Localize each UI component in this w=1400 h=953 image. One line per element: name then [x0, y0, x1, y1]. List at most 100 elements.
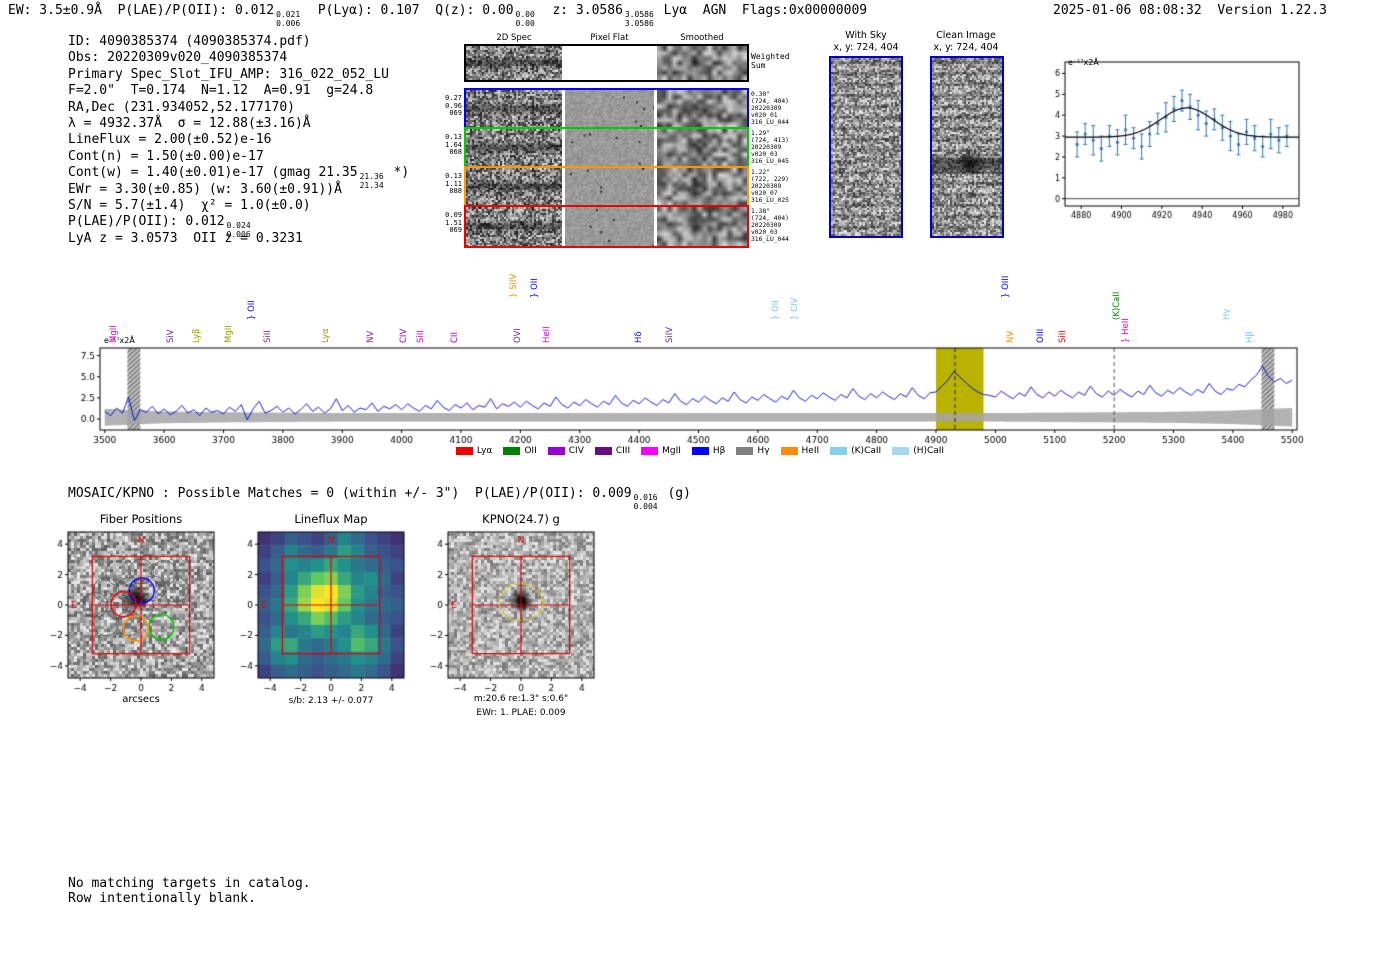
2d-spec-strip: [466, 168, 562, 205]
spectral-line-label: NV: [365, 330, 376, 343]
text-segment: LineFlux = 2.00(±0.52)e-16: [68, 132, 272, 148]
fiber-id-label: 1.22" (722, 229) 20220309 v020_07 316_LU_025: [751, 169, 789, 205]
spectral-line-label: SiII: [415, 330, 426, 343]
legend-swatch: [594, 447, 612, 455]
fiber-id-label: 1.29" (724, 413) 20220309 v020_03 316_LU_045: [751, 130, 789, 166]
with-sky-title: With Sky: [845, 30, 887, 41]
with-sky-image: [829, 56, 903, 238]
legend-item: CIV: [547, 446, 584, 456]
spectral-line-label: CII: [450, 332, 461, 343]
text-segment: Cont(w) = 1.40(±0.01)e-17 (gmag 21.35: [68, 165, 358, 181]
legend-label: CIII: [615, 446, 631, 456]
col-header-pixel-flat: Pixel Flat: [590, 33, 629, 43]
spectral-line-label: SiII: [1058, 330, 1069, 343]
spectral-line-label: } SiIV: [509, 273, 520, 298]
smoothed-strip: [657, 168, 747, 205]
legend-label: (H)CaII: [913, 446, 945, 456]
info-line: P(LAE)/P(OII): 0.012 0.024 0.006: [68, 214, 409, 239]
legend-label: (K)CaII: [851, 446, 882, 456]
kpno-g-ewr-plae: EWr: 1. PLAE: 0.009: [476, 708, 566, 718]
smoothed-strip: [657, 129, 747, 166]
fiber-positions-xlabel: arcsecs: [122, 694, 160, 705]
elixer-report-page: EW: 3.5±0.9Å P(LAE)/P(OII): 0.012 0.021 0.…: [0, 0, 1400, 953]
full-spectrum-chart: [56, 344, 1306, 448]
spectral-line-label: } OIII: [1001, 275, 1012, 298]
legend-swatch: [547, 447, 565, 455]
legend-label: OII: [524, 446, 537, 456]
info-line: Cont(w) = 1.40(±0.01)e-17 (gmag 21.35 21.…: [68, 165, 410, 190]
col-header-smoothed: Smoothed: [680, 33, 724, 43]
legend-label: Hβ: [712, 446, 726, 456]
legend-label: Lyα: [476, 446, 493, 456]
footer-line-2: Row intentionally blank.: [68, 891, 256, 906]
info-line: LineFlux = 2.00(±0.52)e-16: [68, 132, 409, 148]
legend-item: OII: [503, 446, 537, 456]
spectral-line-label: } OII: [247, 300, 257, 320]
lineflux-map-xlabel: s/b: 2.13 +/- 0.077: [288, 696, 374, 706]
legend-item: Hγ: [736, 446, 770, 456]
stacked-uncertainty: 0.00 0.00: [515, 10, 535, 28]
inset-flux-units-label: e⁻¹⁷x2Å: [1068, 58, 1099, 67]
spectral-line-label: SiII: [263, 330, 274, 343]
info-line: λ = 4932.37Å σ = 12.88(±3.16)Å: [68, 116, 409, 132]
spectral-line-label: SiV: [166, 329, 177, 343]
spectral-line-label: OVI: [513, 328, 523, 343]
line-fit-chart: [1035, 48, 1307, 234]
legend-label: HeII: [801, 446, 820, 456]
row-weight-labels: 0.13 1.11 088: [445, 172, 462, 196]
2d-spec-strip: [466, 46, 562, 80]
text-segment: EW: 3.5±0.9Å P(LAE)/P(OII): 0.012: [8, 3, 275, 18]
spectral-line-label: MgII: [109, 325, 120, 343]
text-segment: MOSAIC/KPNO : Possible Matches = 0 (with…: [68, 486, 632, 501]
spectral-line-label: Hβ: [1244, 331, 1255, 343]
kpno-g-xlabel: m:20.6 re:1.3" s:0.6": [473, 694, 569, 704]
smoothed-strip: [657, 90, 747, 127]
stacked-uncertainty: 0.021 0.006: [276, 10, 301, 28]
legend-item: Lyα: [455, 446, 493, 456]
text-segment: F=2.0" T=0.174 N=1.12 A=0.91 g=24.8: [68, 83, 374, 99]
legend-item: CIII: [594, 446, 631, 456]
fiber-id-label: 1.38" (724, 404) 20220309 v020_03 316_LU_044: [751, 208, 789, 244]
fiber-id-label: Weighted Sum: [751, 52, 790, 71]
pixel-flat-strip: [565, 168, 654, 205]
text-segment: LyA z = 3.0573 OII z = 0.3231: [68, 230, 303, 246]
pixel-flat-strip: [565, 207, 654, 246]
legend-swatch: [641, 447, 659, 455]
pixel-flat-strip: [565, 129, 654, 166]
stacked-uncertainty: 21.36 21.34: [359, 172, 384, 190]
spectral-line-label: } HeII: [1121, 318, 1131, 343]
pixel-flat-strip: [565, 90, 654, 127]
legend-swatch: [830, 447, 848, 455]
spectrum-legend: Lyα OII CIV CIII MgII Hβ Hγ HeII (K)CaII (H)CaII: [390, 446, 1010, 456]
info-line: F=2.0" T=0.174 N=1.12 A=0.91 g=24.8: [68, 83, 409, 99]
spectral-line-label: } CIV: [789, 297, 800, 320]
spectral-line-label: MgII: [224, 325, 235, 343]
spectral-line-label: CIV: [399, 328, 409, 343]
smoothed-strip: [657, 46, 747, 80]
info-line: S/N = 5.7(±1.4) χ² = 1.0(±0.0): [68, 198, 409, 214]
timestamp-version: 2025-01-06 08:08:32 Version 1.22.3: [1053, 3, 1327, 18]
spectral-line-label: } OII: [770, 300, 781, 320]
text-segment: P(LAE)/P(OII): 0.012: [68, 214, 225, 230]
spectral-line-label: SiIV: [665, 326, 675, 343]
legend-item: MgII: [641, 446, 681, 456]
2d-spec-strip: [466, 129, 562, 166]
row-weight-labels: 0.27 0.96 069: [445, 94, 462, 118]
info-line: Cont(n) = 1.50(±0.00)e-17: [68, 149, 409, 165]
row-weight-labels: 0.09 1.51 069: [445, 211, 462, 235]
spectral-line-label: Lyα: [320, 328, 331, 343]
clean-image-coords: x, y: 724, 404: [933, 42, 999, 53]
legend-label: MgII: [662, 446, 681, 456]
text-segment: Lyα AGN Flags:0x00000009: [655, 3, 868, 18]
legend-swatch: [503, 447, 521, 455]
2d-spec-strip: [466, 90, 562, 127]
legend-swatch: [455, 447, 473, 455]
legend-label: CIV: [568, 446, 584, 456]
text-segment: Primary Spec_Slot_IFU_AMP: 316_022_052_L…: [68, 66, 389, 82]
summary-header: EW: 3.5±0.9Å P(LAE)/P(OII): 0.012 0.021 0.…: [8, 3, 867, 29]
text-segment: *): [385, 165, 410, 181]
legend-item: (K)CaII: [830, 446, 881, 456]
legend-swatch: [736, 447, 754, 455]
clean-image-title: Clean Image: [936, 30, 996, 41]
text-segment: λ = 4932.37Å σ = 12.88(±3.16)Å: [68, 115, 311, 131]
